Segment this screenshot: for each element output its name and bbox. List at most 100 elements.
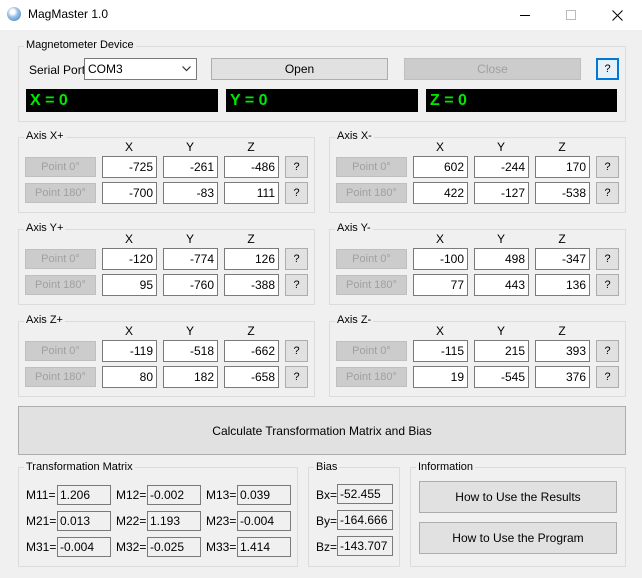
axis-z-plus-label: Axis Z+	[24, 314, 65, 326]
axis-x-plus-point-0-y-field[interactable]: -261	[163, 156, 218, 178]
axis-x-minus-point-0-z-field[interactable]: 170	[535, 156, 590, 178]
calculate-button[interactable]: Calculate Transformation Matrix and Bias	[18, 406, 626, 455]
bx-label: Bx=	[316, 488, 338, 502]
axis-x-plus-header-y: Y	[185, 140, 194, 154]
axis-y-minus-point-180-button[interactable]: Point 180°	[336, 275, 407, 295]
axis-x-plus-point-180-z-field[interactable]: 111	[224, 182, 279, 204]
axis-x-plus-point-0-help-button[interactable]: ?	[285, 156, 308, 178]
by-label: By=	[316, 514, 338, 528]
axis-y-minus-point-0-help-button[interactable]: ?	[596, 248, 619, 270]
axis-y-minus-point-180-x-field[interactable]: 77	[413, 274, 468, 296]
bz-label: Bz=	[316, 540, 338, 554]
axis-z-plus-point-180-y-field[interactable]: 182	[163, 366, 218, 388]
bias-group-label: Bias	[314, 461, 340, 473]
axis-x-minus-point-0-button[interactable]: Point 0°	[336, 157, 407, 177]
m21-label: M21=	[26, 514, 57, 528]
axis-y-minus-point-180-y-field[interactable]: 443	[474, 274, 529, 296]
m23-label: M23=	[206, 514, 237, 528]
axis-x-minus-point-180-button[interactable]: Point 180°	[336, 183, 407, 203]
axis-x-minus-point-180-help-button[interactable]: ?	[596, 182, 619, 204]
axis-z-minus-point-180-button[interactable]: Point 180°	[336, 367, 407, 387]
axis-z-plus-point-0-button[interactable]: Point 0°	[25, 341, 96, 361]
m12-value: -0.002	[147, 485, 201, 505]
axis-x-plus-point-180-button[interactable]: Point 180°	[25, 183, 96, 203]
axis-y-minus-point-180-z-field[interactable]: 136	[535, 274, 590, 296]
axis-y-plus-point-0-help-button[interactable]: ?	[285, 248, 308, 270]
axis-y-plus-header-y: Y	[185, 232, 194, 246]
display-x: X = 0	[26, 89, 218, 112]
axis-y-minus-point-0-z-field[interactable]: -347	[535, 248, 590, 270]
by-value: -164.666	[337, 510, 393, 530]
results-help-button[interactable]: How to Use the Results	[419, 481, 617, 513]
axis-x-minus-point-180-x-field[interactable]: 422	[413, 182, 468, 204]
chevron-down-icon	[182, 66, 191, 72]
bx-value: -52.455	[337, 484, 393, 504]
m22-label: M22=	[116, 514, 147, 528]
axis-x-plus-point-0-z-field[interactable]: -486	[224, 156, 279, 178]
maximize-icon	[566, 10, 576, 20]
open-button[interactable]: Open	[211, 58, 388, 80]
axis-y-minus-point-0-button[interactable]: Point 0°	[336, 249, 407, 269]
program-help-button[interactable]: How to Use the Program	[419, 522, 617, 554]
axis-x-plus-label: Axis X+	[24, 130, 66, 142]
axis-y-plus-point-180-z-field[interactable]: -388	[224, 274, 279, 296]
axis-x-minus-point-180-z-field[interactable]: -538	[535, 182, 590, 204]
axis-x-plus-point-0-button[interactable]: Point 0°	[25, 157, 96, 177]
display-z: Z = 0	[426, 89, 617, 112]
serial-port-value: COM3	[88, 62, 123, 76]
axis-z-minus-point-180-z-field[interactable]: 376	[535, 366, 590, 388]
axis-y-plus-point-180-help-button[interactable]: ?	[285, 274, 308, 296]
axis-y-plus-point-180-button[interactable]: Point 180°	[25, 275, 96, 295]
device-help-button[interactable]: ?	[596, 58, 619, 80]
axis-z-plus-point-0-z-field[interactable]: -662	[224, 340, 279, 362]
close-window-button[interactable]	[594, 0, 640, 30]
axis-x-plus-point-180-y-field[interactable]: -83	[163, 182, 218, 204]
axis-z-minus-point-180-help-button[interactable]: ?	[596, 366, 619, 388]
axis-z-minus-point-180-x-field[interactable]: 19	[413, 366, 468, 388]
axis-x-minus-point-0-y-field[interactable]: -244	[474, 156, 529, 178]
axis-z-plus-point-0-y-field[interactable]: -518	[163, 340, 218, 362]
axis-x-minus-point-180-y-field[interactable]: -127	[474, 182, 529, 204]
axis-y-minus-point-0-y-field[interactable]: 498	[474, 248, 529, 270]
axis-x-plus-point-180-help-button[interactable]: ?	[285, 182, 308, 204]
axis-y-plus-point-0-button[interactable]: Point 0°	[25, 249, 96, 269]
axis-z-minus-label: Axis Z-	[335, 314, 374, 326]
axis-z-plus-point-180-button[interactable]: Point 180°	[25, 367, 96, 387]
axis-y-plus-point-180-y-field[interactable]: -760	[163, 274, 218, 296]
serial-port-select[interactable]: COM3	[84, 58, 197, 80]
axis-z-minus-point-0-z-field[interactable]: 393	[535, 340, 590, 362]
axis-x-minus-point-0-help-button[interactable]: ?	[596, 156, 619, 178]
maximize-button[interactable]	[548, 0, 594, 30]
app-icon	[7, 7, 21, 21]
minimize-icon	[520, 14, 530, 16]
m13-label: M13=	[206, 488, 237, 502]
axis-x-plus-point-0-x-field[interactable]: -725	[102, 156, 157, 178]
axis-x-minus-point-0-x-field[interactable]: 602	[413, 156, 468, 178]
axis-z-minus-point-0-y-field[interactable]: 215	[474, 340, 529, 362]
close-button[interactable]: Close	[404, 58, 581, 80]
axis-z-minus-point-180-y-field[interactable]: -545	[474, 366, 529, 388]
axis-z-minus-header-y: Y	[496, 324, 505, 338]
axis-y-plus-point-0-z-field[interactable]: 126	[224, 248, 279, 270]
axis-z-minus-point-0-x-field[interactable]: -115	[413, 340, 468, 362]
m11-label: M11=	[26, 488, 56, 502]
bz-value: -143.707	[337, 536, 393, 556]
minimize-button[interactable]	[502, 0, 548, 30]
axis-z-minus-point-0-button[interactable]: Point 0°	[336, 341, 407, 361]
m33-value: 1.414	[237, 537, 291, 557]
axis-y-plus-point-0-x-field[interactable]: -120	[102, 248, 157, 270]
axis-z-plus-point-180-z-field[interactable]: -658	[224, 366, 279, 388]
matrix-group-label: Transformation Matrix	[24, 461, 135, 473]
axis-z-plus-point-180-help-button[interactable]: ?	[285, 366, 308, 388]
axis-y-minus-point-180-help-button[interactable]: ?	[596, 274, 619, 296]
axis-z-plus-point-0-help-button[interactable]: ?	[285, 340, 308, 362]
axis-y-plus-point-180-x-field[interactable]: 95	[102, 274, 157, 296]
m32-value: -0.025	[147, 537, 201, 557]
axis-y-plus-point-0-y-field[interactable]: -774	[163, 248, 218, 270]
close-icon	[611, 9, 623, 21]
axis-x-plus-point-180-x-field[interactable]: -700	[102, 182, 157, 204]
axis-z-plus-point-180-x-field[interactable]: 80	[102, 366, 157, 388]
axis-z-plus-point-0-x-field[interactable]: -119	[102, 340, 157, 362]
axis-z-minus-point-0-help-button[interactable]: ?	[596, 340, 619, 362]
axis-y-minus-point-0-x-field[interactable]: -100	[413, 248, 468, 270]
